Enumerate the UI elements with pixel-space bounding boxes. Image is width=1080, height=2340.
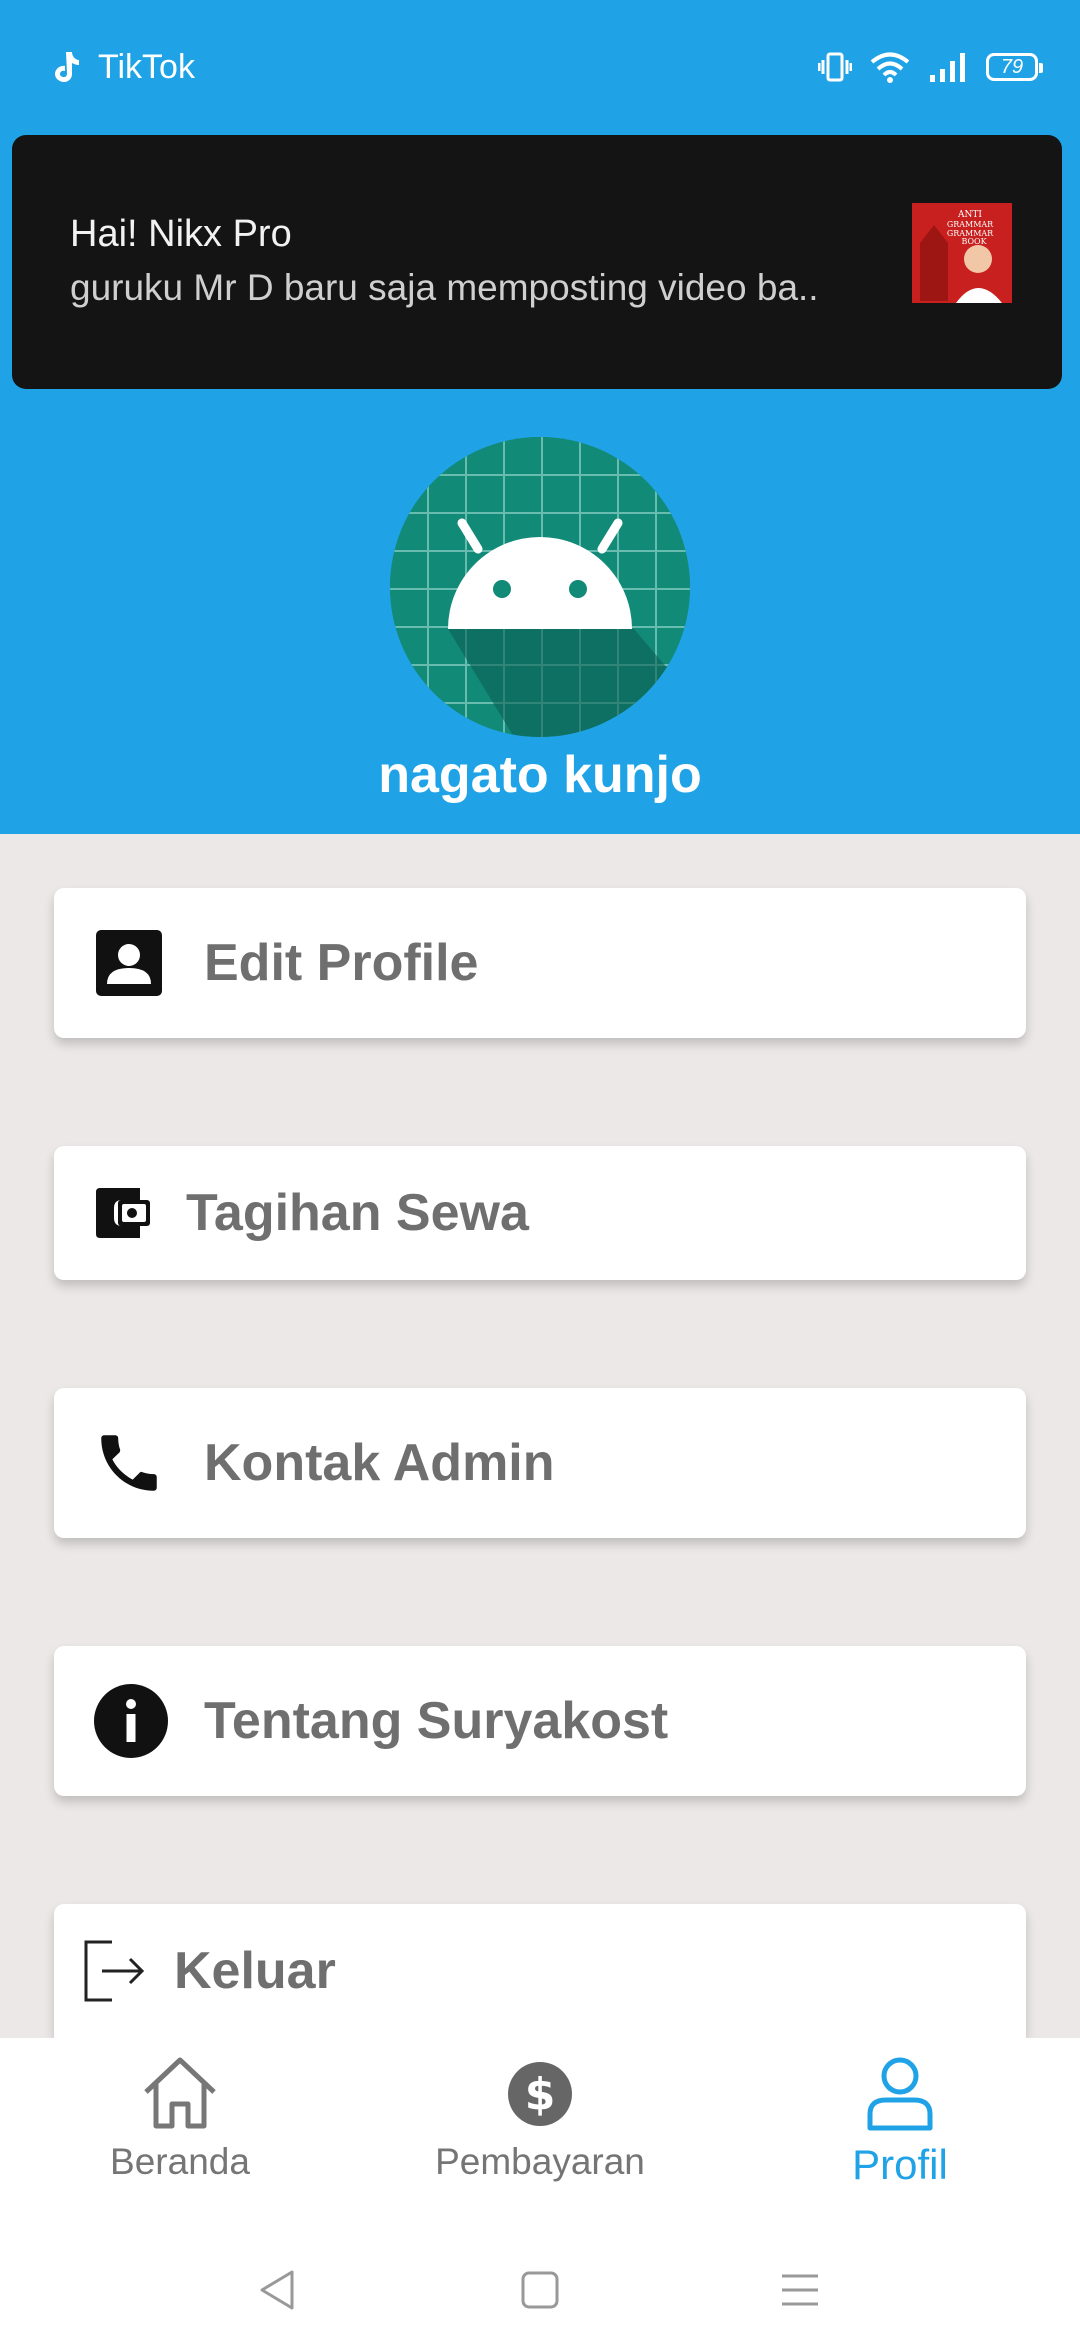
status-bar: TikTok 79 xyxy=(0,0,1080,134)
tentang-suryakost-label: Tentang Suryakost xyxy=(204,1692,669,1750)
nav-pembayaran[interactable]: $ Pembayaran xyxy=(390,2054,690,2183)
menu-lines-icon[interactable] xyxy=(778,2268,822,2312)
vibrate-icon xyxy=(818,52,852,82)
nav-beranda[interactable]: Beranda xyxy=(30,2054,330,2183)
info-icon xyxy=(94,1684,168,1758)
tentang-suryakost-button[interactable]: Tentang Suryakost xyxy=(54,1646,1026,1796)
tagihan-sewa-label: Tagihan Sewa xyxy=(186,1184,529,1242)
phone-icon xyxy=(101,1435,157,1491)
dollar-icon: $ xyxy=(508,2062,572,2126)
tiktok-icon xyxy=(55,52,79,82)
account-box-icon xyxy=(96,930,162,996)
nav-pembayaran-label: Pembayaran xyxy=(435,2141,645,2182)
nav-profil-label: Profil xyxy=(852,2141,948,2188)
person-icon xyxy=(867,2057,933,2131)
wallet-icon xyxy=(96,1188,150,1238)
kontak-admin-label: Kontak Admin xyxy=(204,1434,555,1492)
logout-icon xyxy=(84,1940,145,2002)
android-avatar-image xyxy=(390,437,690,737)
battery-icon: 79 xyxy=(986,53,1043,81)
notification-title: Hai! Nikx Pro xyxy=(70,213,292,255)
home-square-icon[interactable] xyxy=(518,2268,562,2312)
edit-profile-label: Edit Profile xyxy=(204,934,479,992)
home-icon xyxy=(144,2057,216,2129)
svg-text:GRAMMAR: GRAMMAR xyxy=(947,220,994,229)
keluar-label: Keluar xyxy=(174,1942,336,2000)
svg-text:ANTI: ANTI xyxy=(957,210,982,220)
status-icons: 79 xyxy=(818,46,1043,88)
svg-text:$: $ xyxy=(525,2069,556,2120)
book-cover-image: ANTI GRAMMAR GRAMMAR BOOK xyxy=(912,203,1012,303)
system-navigation xyxy=(0,2238,1080,2340)
edit-profile-button[interactable]: Edit Profile xyxy=(54,888,1026,1038)
battery-level: 79 xyxy=(1000,55,1024,78)
profile-username: nagato kunjo xyxy=(378,746,702,804)
tagihan-sewa-button[interactable]: Tagihan Sewa xyxy=(54,1146,1026,1280)
notification-thumbnail: ANTI GRAMMAR GRAMMAR BOOK xyxy=(912,203,1012,303)
nav-beranda-label: Beranda xyxy=(110,2141,250,2182)
notification-text: guruku Mr D baru saja memposting video b… xyxy=(70,267,819,308)
kontak-admin-button[interactable]: Kontak Admin xyxy=(54,1388,1026,1538)
svg-text:BOOK: BOOK xyxy=(961,237,987,246)
status-app: TikTok xyxy=(50,46,195,88)
avatar[interactable] xyxy=(390,437,690,737)
bottom-navigation: Beranda $ Pembayaran Profil xyxy=(0,2038,1080,2238)
keluar-button[interactable]: Keluar xyxy=(54,1904,1026,2038)
notification-banner[interactable]: Hai! Nikx Pro guruku Mr D baru saja memp… xyxy=(12,135,1062,389)
status-app-name: TikTok xyxy=(98,47,195,86)
signal-icon xyxy=(930,53,965,82)
back-icon[interactable] xyxy=(256,2268,300,2312)
nav-profil[interactable]: Profil xyxy=(750,2054,1050,2189)
wifi-icon xyxy=(870,52,910,83)
